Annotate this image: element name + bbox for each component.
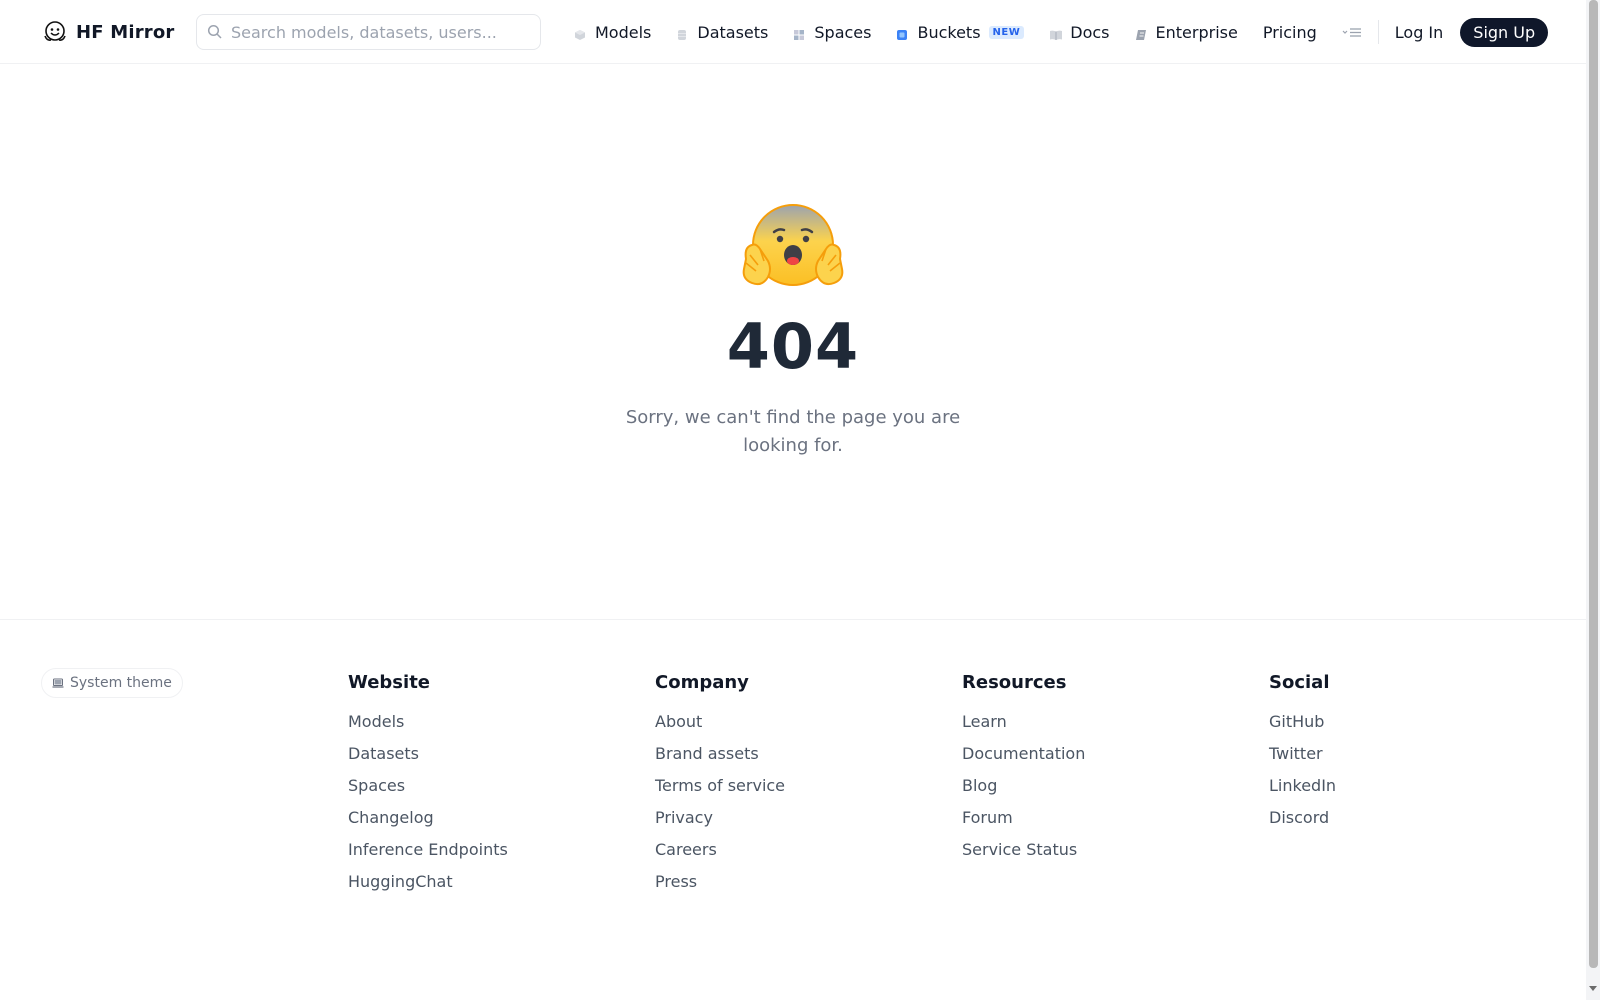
nav-item-label: Buckets [917, 22, 981, 42]
nav-item-pricing[interactable]: Pricing [1263, 23, 1317, 42]
scrollbar-thumb[interactable] [1589, 0, 1598, 968]
footer-link[interactable]: Blog [962, 770, 1085, 802]
search-icon [207, 24, 222, 39]
footer-link[interactable]: Models [348, 706, 508, 738]
footer-column-title: Website [348, 672, 431, 693]
footer-link[interactable]: Discord [1269, 802, 1336, 834]
footer-link[interactable]: HuggingChat [348, 866, 508, 898]
nav-item-label: Spaces [814, 22, 872, 42]
footer-column-company: Company About Brand assets Terms of serv… [655, 668, 785, 898]
enterprise-icon [1135, 26, 1147, 40]
top-navigation-bar: HF Mirror Models Datasets Spaces [0, 0, 1586, 64]
scared-hugging-face-icon [738, 199, 848, 299]
docs-icon [1049, 26, 1063, 40]
nav-item-models[interactable]: Models [574, 23, 651, 42]
nav-item-spaces[interactable]: Spaces [793, 23, 871, 42]
footer-column-social: Social GitHub Twitter LinkedIn Discord [1269, 668, 1336, 834]
spaces-icon [793, 26, 805, 40]
footer-link[interactable]: GitHub [1269, 706, 1336, 738]
nav-item-label: Pricing [1262, 22, 1317, 42]
footer-link[interactable]: Learn [962, 706, 1085, 738]
datasets-icon [676, 26, 688, 40]
models-icon [574, 26, 586, 40]
laptop-icon [52, 678, 64, 688]
brand-home-link[interactable]: HF Mirror [42, 18, 175, 46]
site-footer: System theme Website Models Datasets Spa… [0, 619, 1586, 1000]
page-scrollbar[interactable] [1586, 0, 1600, 1000]
footer-link[interactable]: Brand assets [655, 738, 785, 770]
hugging-face-logo-icon [42, 19, 68, 45]
error-code: 404 [726, 310, 860, 383]
footer-column-resources: Resources Learn Documentation Blog Forum… [962, 668, 1085, 866]
footer-link[interactable]: Careers [655, 834, 785, 866]
footer-link[interactable]: Terms of service [655, 770, 785, 802]
footer-link[interactable]: LinkedIn [1269, 770, 1336, 802]
footer-link[interactable]: Inference Endpoints [348, 834, 508, 866]
footer-link[interactable]: Forum [962, 802, 1085, 834]
footer-column-title: Social [1269, 672, 1330, 693]
nav-item-label: Enterprise [1155, 22, 1238, 42]
search-box[interactable] [196, 14, 541, 50]
nav-divider [1377, 20, 1379, 44]
nav-item-datasets[interactable]: Datasets [676, 23, 768, 42]
footer-link[interactable]: Service Status [962, 834, 1085, 866]
footer-link[interactable]: Documentation [962, 738, 1085, 770]
more-menu-button[interactable] [1342, 26, 1362, 38]
nav-item-buckets[interactable]: Buckets NEW [896, 22, 1025, 42]
footer-link[interactable]: Privacy [655, 802, 785, 834]
search-input[interactable] [231, 22, 531, 42]
menu-icon [1342, 28, 1361, 37]
system-theme-button[interactable]: System theme [41, 668, 183, 698]
buckets-icon [896, 26, 908, 40]
nav-item-label: Docs [1070, 22, 1110, 42]
footer-column-title: Resources [962, 672, 1067, 693]
log-in-link[interactable]: Log In [1395, 23, 1444, 42]
brand-name: HF Mirror [76, 21, 175, 43]
nav-item-enterprise[interactable]: Enterprise [1135, 23, 1238, 42]
footer-link[interactable]: About [655, 706, 785, 738]
footer-link[interactable]: Twitter [1269, 738, 1336, 770]
error-message: Sorry, we can't find the page you are lo… [625, 407, 961, 456]
theme-label: System theme [70, 675, 172, 691]
sign-up-button[interactable]: Sign Up [1460, 17, 1549, 47]
footer-link[interactable]: Spaces [348, 770, 508, 802]
new-badge: NEW [988, 25, 1025, 39]
footer-column-title: Company [655, 672, 749, 693]
nav-item-docs[interactable]: Docs [1049, 22, 1110, 42]
footer-column-website: Website Models Datasets Spaces Changelog… [348, 668, 508, 898]
footer-link[interactable]: Datasets [348, 738, 508, 770]
nav-item-label: Models [595, 22, 652, 42]
nav-item-label: Datasets [697, 22, 769, 42]
main-nav: Models Datasets Spaces Buckets NEW Docs … [574, 17, 1549, 47]
error-content: 404 Sorry, we can't find the page you ar… [0, 64, 1586, 619]
footer-link[interactable]: Changelog [348, 802, 508, 834]
footer-link[interactable]: Press [655, 866, 785, 898]
scroll-down-arrow-icon[interactable] [1589, 986, 1597, 991]
